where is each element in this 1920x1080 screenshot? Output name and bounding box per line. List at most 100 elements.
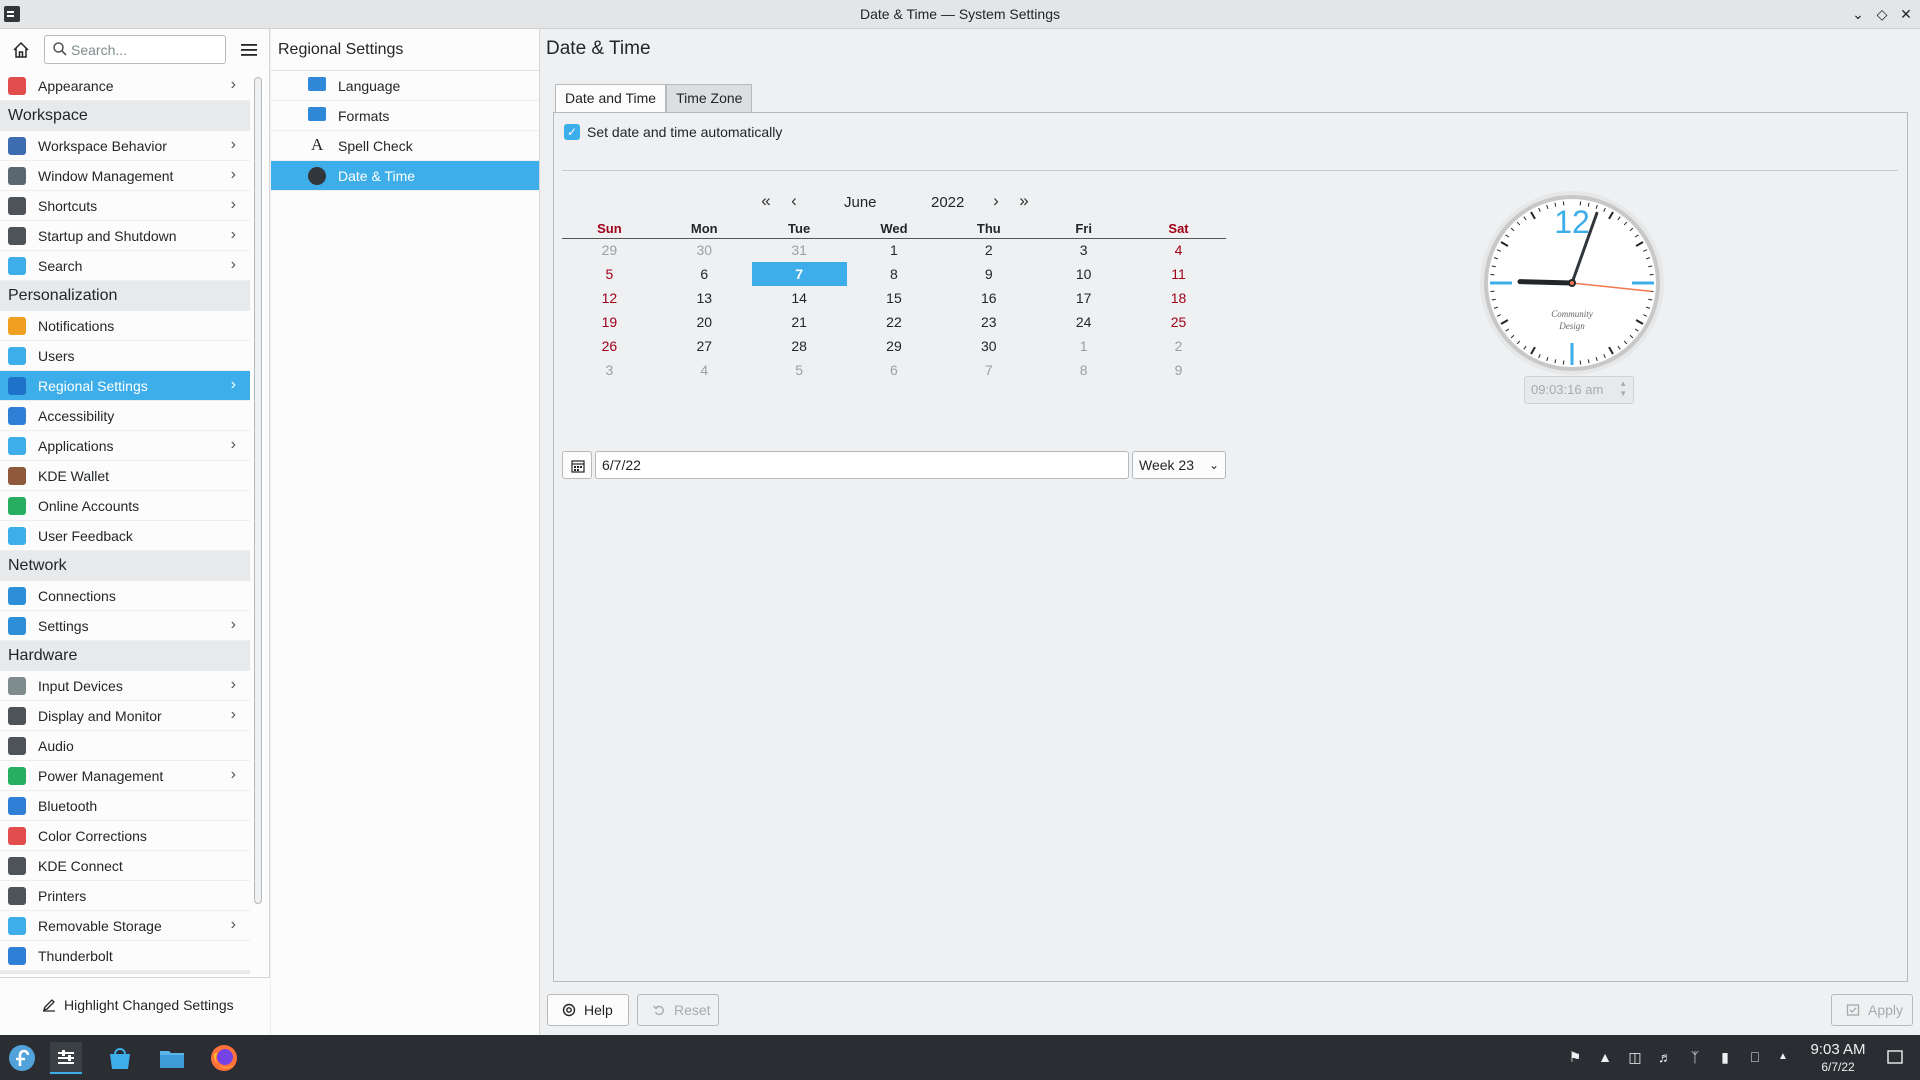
discover-icon[interactable] <box>104 1042 136 1074</box>
reset-button[interactable]: Reset <box>637 994 719 1026</box>
calendar-day[interactable]: 10 <box>1036 262 1131 286</box>
sidebar-item-appearance[interactable]: Appearance › <box>0 71 250 101</box>
calendar-day[interactable]: 27 <box>657 334 752 358</box>
taskbar-clock[interactable]: 9:03 AM 6/7/22 <box>1802 1041 1874 1074</box>
close-icon[interactable]: ✕ <box>1896 4 1916 24</box>
bluetooth-tray-icon[interactable]: ᛉ <box>1686 1048 1704 1066</box>
calendar-day[interactable]: 20 <box>657 310 752 334</box>
calendar-day[interactable]: 1 <box>847 238 942 262</box>
time-spinner-icon[interactable]: ▲ ▼ <box>1619 379 1627 399</box>
auto-date-time-checkbox[interactable]: ✓ <box>564 124 580 140</box>
calendar-day[interactable]: 2 <box>1131 334 1226 358</box>
date-input[interactable] <box>595 451 1129 479</box>
previous-year-icon[interactable]: « <box>756 191 776 211</box>
next-year-icon[interactable]: » <box>1014 191 1034 211</box>
show-hidden-icons-icon[interactable]: ▲ <box>1774 1048 1792 1066</box>
sidebar-scrollbar[interactable] <box>254 77 262 904</box>
calendar-day[interactable]: 24 <box>1036 310 1131 334</box>
calendar-day[interactable]: 30 <box>941 334 1036 358</box>
sidebar-item-startup-and-shutdown[interactable]: Startup and Shutdown › <box>0 221 250 251</box>
calendar-day[interactable]: 11 <box>1131 262 1226 286</box>
calendar-day-selected[interactable]: 7 <box>751 262 847 286</box>
calendar-day[interactable]: 26 <box>562 334 657 358</box>
battery-tray-icon[interactable]: ▮ <box>1716 1048 1734 1066</box>
tab-date-and-time[interactable]: Date and Time <box>555 84 667 112</box>
calendar-day[interactable]: 31 <box>752 238 847 262</box>
calendar-day[interactable]: 4 <box>657 358 752 382</box>
sidebar-item-bluetooth[interactable]: Bluetooth <box>0 791 250 821</box>
calendar-day[interactable]: 16 <box>941 286 1036 310</box>
network-tray-icon[interactable]: ⎕ <box>1746 1048 1764 1066</box>
calendar-day[interactable]: 3 <box>1036 238 1131 262</box>
sidebar-item-power-management[interactable]: Power Management › <box>0 761 250 791</box>
sidebar-item-regional-settings[interactable]: Regional Settings › <box>0 371 250 401</box>
calendar-day[interactable]: 17 <box>1036 286 1131 310</box>
sidebar-item-display-and-monitor[interactable]: Display and Monitor › <box>0 701 250 731</box>
sidebar-item-user-feedback[interactable]: User Feedback <box>0 521 250 551</box>
sidebar-item-search[interactable]: Search › <box>0 251 250 281</box>
calendar-day[interactable]: 8 <box>847 262 942 286</box>
time-input[interactable]: 09:03:16 am ▲ ▼ <box>1524 376 1634 404</box>
sidebar-item-accessibility[interactable]: Accessibility <box>0 401 250 431</box>
subnav-item-spell-check[interactable]: A Spell Check <box>271 131 539 161</box>
calendar-popup-button[interactable] <box>562 451 592 479</box>
calendar-day[interactable]: 21 <box>752 310 847 334</box>
sidebar-item-online-accounts[interactable]: Online Accounts <box>0 491 250 521</box>
apply-button[interactable]: Apply <box>1831 994 1913 1026</box>
calendar-day[interactable]: 2 <box>941 238 1036 262</box>
calendar-day[interactable]: 4 <box>1131 238 1226 262</box>
calendar-day[interactable]: 23 <box>941 310 1036 334</box>
window-titlebar[interactable]: Date & Time — System Settings ⌄ ◇ ✕ <box>0 0 1920 29</box>
hamburger-menu-icon[interactable] <box>238 39 260 61</box>
sidebar-item-printers[interactable]: Printers <box>0 881 250 911</box>
calendar-day[interactable]: 30 <box>657 238 752 262</box>
sidebar-item-audio[interactable]: Audio <box>0 731 250 761</box>
calendar-day[interactable]: 7 <box>941 358 1036 382</box>
sidebar-item-workspace-behavior[interactable]: Workspace Behavior › <box>0 131 250 161</box>
calendar-day[interactable]: 5 <box>752 358 847 382</box>
sidebar-item-connections[interactable]: Connections <box>0 581 250 611</box>
subnav-item-language[interactable]: Language <box>271 71 539 101</box>
notifications-tray-icon[interactable]: ⚑ <box>1566 1048 1584 1066</box>
sidebar-item-color-corrections[interactable]: Color Corrections <box>0 821 250 851</box>
minimize-icon[interactable]: ⌄ <box>1848 4 1868 24</box>
month-label[interactable]: June <box>844 194 877 211</box>
highlight-changed-settings-button[interactable]: Highlight Changed Settings <box>24 990 246 1022</box>
sidebar-item-thunderbolt[interactable]: Thunderbolt <box>0 941 250 971</box>
week-select[interactable]: Week 23 ⌄ <box>1132 451 1226 479</box>
search-input[interactable] <box>44 35 226 64</box>
subnav-item-date-time[interactable]: Date & Time <box>271 161 539 191</box>
help-button[interactable]: Help <box>547 994 629 1026</box>
firefox-icon[interactable] <box>208 1042 240 1074</box>
year-label[interactable]: 2022 <box>931 194 964 211</box>
calendar-day[interactable]: 29 <box>562 238 657 262</box>
calendar-day[interactable]: 14 <box>752 286 847 310</box>
sidebar-item-notifications[interactable]: Notifications <box>0 311 250 341</box>
sidebar-item-users[interactable]: Users <box>0 341 250 371</box>
sidebar-item-kde-wallet[interactable]: KDE Wallet <box>0 461 250 491</box>
updates-tray-icon[interactable]: ▲ <box>1596 1048 1614 1066</box>
calendar-day[interactable]: 6 <box>847 358 942 382</box>
home-icon[interactable] <box>10 39 32 61</box>
calendar-day[interactable]: 29 <box>847 334 942 358</box>
system-settings-task-button[interactable] <box>50 1042 82 1074</box>
calendar-day[interactable]: 3 <box>562 358 657 382</box>
clipboard-tray-icon[interactable]: ◫ <box>1626 1048 1644 1066</box>
calendar-day[interactable]: 8 <box>1036 358 1131 382</box>
calendar-day[interactable]: 5 <box>562 262 657 286</box>
fedora-launcher-icon[interactable] <box>6 1042 38 1074</box>
calendar-day[interactable]: 22 <box>847 310 942 334</box>
sidebar-item-removable-storage[interactable]: Removable Storage › <box>0 911 250 941</box>
next-month-icon[interactable]: › <box>986 191 1006 211</box>
calendar-day[interactable]: 18 <box>1131 286 1226 310</box>
previous-month-icon[interactable]: ‹ <box>784 191 804 211</box>
sidebar-item-kde-connect[interactable]: KDE Connect <box>0 851 250 881</box>
calendar-day[interactable]: 6 <box>657 262 752 286</box>
calendar-day[interactable]: 25 <box>1131 310 1226 334</box>
sidebar-item-input-devices[interactable]: Input Devices › <box>0 671 250 701</box>
show-desktop-icon[interactable] <box>1886 1048 1904 1066</box>
calendar-day[interactable]: 19 <box>562 310 657 334</box>
volume-tray-icon[interactable]: ♬ <box>1656 1048 1674 1066</box>
sidebar-item-shortcuts[interactable]: Shortcuts › <box>0 191 250 221</box>
maximize-icon[interactable]: ◇ <box>1872 4 1892 24</box>
